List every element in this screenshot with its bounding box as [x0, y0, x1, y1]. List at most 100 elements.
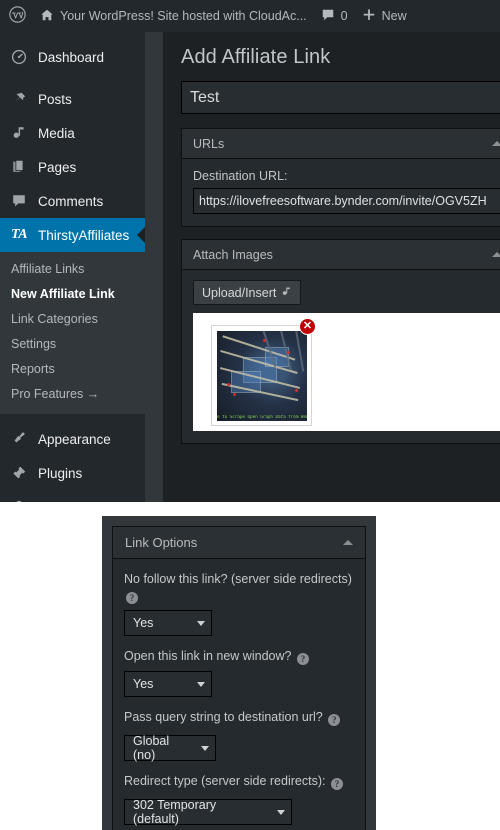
sidebar-item-pages[interactable]: Pages: [0, 150, 145, 184]
help-question-icon[interactable]: ?: [126, 592, 138, 604]
dashboard-icon: [9, 47, 29, 67]
new-label: New: [381, 9, 407, 23]
menu-spacer-1: [0, 74, 145, 82]
sidebar-item-dashboard[interactable]: Dashboard: [0, 40, 145, 74]
destination-url-label: Destination URL:: [193, 169, 288, 183]
sidebar-subitem-link-categories[interactable]: Link Categories: [0, 307, 145, 332]
comment-bubble-icon: [321, 8, 335, 25]
urls-metabox-body: Destination URL: https://ilovefreesoftwa…: [182, 159, 500, 226]
collapse-menu-strip[interactable]: [145, 32, 163, 502]
triangle-up-icon[interactable]: [343, 540, 353, 545]
upload-insert-label: Upload/Insert: [202, 285, 277, 300]
thumbnail-caption: e to Scrape Open Graph Data from Web: [217, 415, 307, 420]
sidebar-subitem-settings[interactable]: Settings: [0, 332, 145, 357]
site-name-button[interactable]: Your WordPress! Site hosted with CloudAc…: [33, 0, 314, 32]
pages-icon: [9, 157, 29, 177]
paintbrush-icon: [9, 429, 29, 449]
new-window-label: Open this link in new window? ?: [124, 648, 354, 665]
destination-url-input[interactable]: https://ilovefreesoftware.bynder.com/inv…: [193, 188, 500, 214]
admin-content-area: Add Affiliate Link Test URLs Destination…: [145, 32, 500, 502]
new-window-select[interactable]: Yes: [124, 671, 212, 697]
link-options-metabox-header[interactable]: Link Options: [113, 527, 365, 559]
sidebar-subitem-affiliate-links[interactable]: Affiliate Links: [0, 257, 145, 282]
home-icon: [40, 8, 54, 25]
post-title-input[interactable]: Test: [181, 81, 500, 114]
redirect-type-label-text: Redirect type (server side redirects):: [124, 774, 326, 788]
link-options-metabox-title: Link Options: [125, 535, 198, 550]
attach-images-metabox-title: Attach Images: [193, 247, 273, 262]
no-follow-value: Yes: [133, 616, 154, 630]
attached-images-dropzone[interactable]: e to Scrape Open Graph Data from Web ✕: [193, 313, 500, 431]
pass-query-string-label: Pass query string to destination url? ?: [124, 709, 354, 726]
plus-icon: [362, 8, 376, 25]
sidebar-subitem-new-affiliate-link[interactable]: New Affiliate Link: [0, 282, 145, 307]
pass-query-string-label-text: Pass query string to destination url?: [124, 710, 323, 724]
thumbnail-image: e to Scrape Open Graph Data from Web: [217, 331, 307, 421]
pin-icon: [9, 89, 29, 109]
chevron-down-icon: [197, 681, 205, 687]
comments-button[interactable]: 0: [314, 0, 355, 32]
redirect-type-value: 302 Temporary (default): [133, 798, 217, 826]
pass-query-string-value: Global (no): [133, 734, 170, 762]
sidebar-item-media[interactable]: Media: [0, 116, 145, 150]
link-options-metabox: Link Options No follow this link? (serve…: [112, 526, 366, 830]
new-content-button[interactable]: New: [355, 0, 414, 32]
sidebar-item-label: Media: [38, 125, 75, 141]
sidebar-item-users[interactable]: Users: [0, 490, 145, 502]
pass-query-string-select[interactable]: Global (no): [124, 734, 216, 762]
new-window-value: Yes: [133, 677, 154, 691]
wordpress-logo-button[interactable]: [0, 0, 33, 32]
sidebar-item-label: Users: [38, 500, 73, 503]
sidebar-item-label: Comments: [38, 193, 104, 209]
admin-sidebar-menu: Dashboard Posts Media Pages Comments TA …: [0, 32, 145, 502]
redirect-type-label: Redirect type (server side redirects): ?: [124, 773, 354, 790]
redirect-type-select[interactable]: 302 Temporary (default): [124, 798, 292, 826]
link-options-panel: Link Options No follow this link? (serve…: [102, 516, 376, 830]
no-follow-select[interactable]: Yes: [124, 610, 212, 636]
sidebar-item-thirstyaffiliates[interactable]: TA ThirstyAffiliates: [0, 218, 145, 252]
chevron-down-icon: [201, 745, 209, 751]
sidebar-subitem-pro-features[interactable]: Pro Features →: [0, 382, 145, 407]
chevron-down-icon: [277, 809, 285, 815]
page-title: Add Affiliate Link: [181, 46, 331, 68]
new-window-label-text: Open this link in new window?: [124, 649, 292, 663]
urls-metabox: URLs Destination URL: https://ilovefrees…: [181, 128, 500, 227]
attach-images-metabox: Attach Images Upload/Insert e to Scrape …: [181, 239, 500, 444]
sidebar-item-label: Dashboard: [38, 49, 105, 65]
sidebar-item-plugins[interactable]: Plugins: [0, 456, 145, 490]
site-name-label: Your WordPress! Site hosted with CloudAc…: [60, 9, 307, 23]
admin-bar: Your WordPress! Site hosted with CloudAc…: [0, 0, 500, 32]
menu-spacer-top: [0, 32, 145, 40]
no-follow-label: No follow this link? (server side redire…: [124, 571, 354, 604]
ta-logo-icon: TA: [10, 227, 28, 242]
help-question-icon[interactable]: ?: [328, 714, 341, 726]
sidebar-item-label: Plugins: [38, 465, 83, 481]
sidebar-subitem-reports[interactable]: Reports: [0, 357, 145, 382]
attach-images-metabox-body: Upload/Insert e to Scrape Open Graph Dat…: [182, 270, 500, 443]
active-menu-arrow-icon: [137, 227, 145, 243]
attach-images-metabox-header[interactable]: Attach Images: [182, 240, 500, 270]
close-x-icon: ✕: [302, 320, 313, 332]
sidebar-item-comments[interactable]: Comments: [0, 184, 145, 218]
help-question-icon[interactable]: ?: [296, 653, 309, 665]
triangle-up-icon[interactable]: [492, 252, 500, 257]
upload-insert-button[interactable]: Upload/Insert: [193, 280, 302, 305]
help-question-icon[interactable]: ?: [330, 778, 343, 790]
wordpress-admin-panel: Your WordPress! Site hosted with CloudAc…: [0, 0, 500, 502]
media-icon: [9, 123, 29, 143]
sidebar-item-appearance[interactable]: Appearance: [0, 422, 145, 456]
sidebar-item-posts[interactable]: Posts: [0, 82, 145, 116]
sidebar-item-label: Appearance: [38, 431, 111, 447]
thirstyaffiliates-submenu: Affiliate Links New Affiliate Link Link …: [0, 252, 145, 414]
sidebar-item-label: ThirstyAffiliates: [38, 227, 130, 243]
link-options-metabox-body: No follow this link? (server side redire…: [113, 559, 365, 830]
attached-image-thumbnail[interactable]: e to Scrape Open Graph Data from Web: [211, 325, 312, 426]
comment-bubble-icon: [9, 191, 29, 211]
comments-count: 0: [340, 9, 348, 23]
sidebar-item-label: Pages: [38, 159, 77, 175]
remove-image-button[interactable]: ✕: [299, 318, 316, 335]
triangle-up-icon[interactable]: [492, 141, 500, 146]
urls-metabox-header[interactable]: URLs: [182, 129, 500, 159]
no-follow-label-text: No follow this link? (server side redire…: [124, 572, 352, 586]
media-icon: [281, 286, 292, 300]
